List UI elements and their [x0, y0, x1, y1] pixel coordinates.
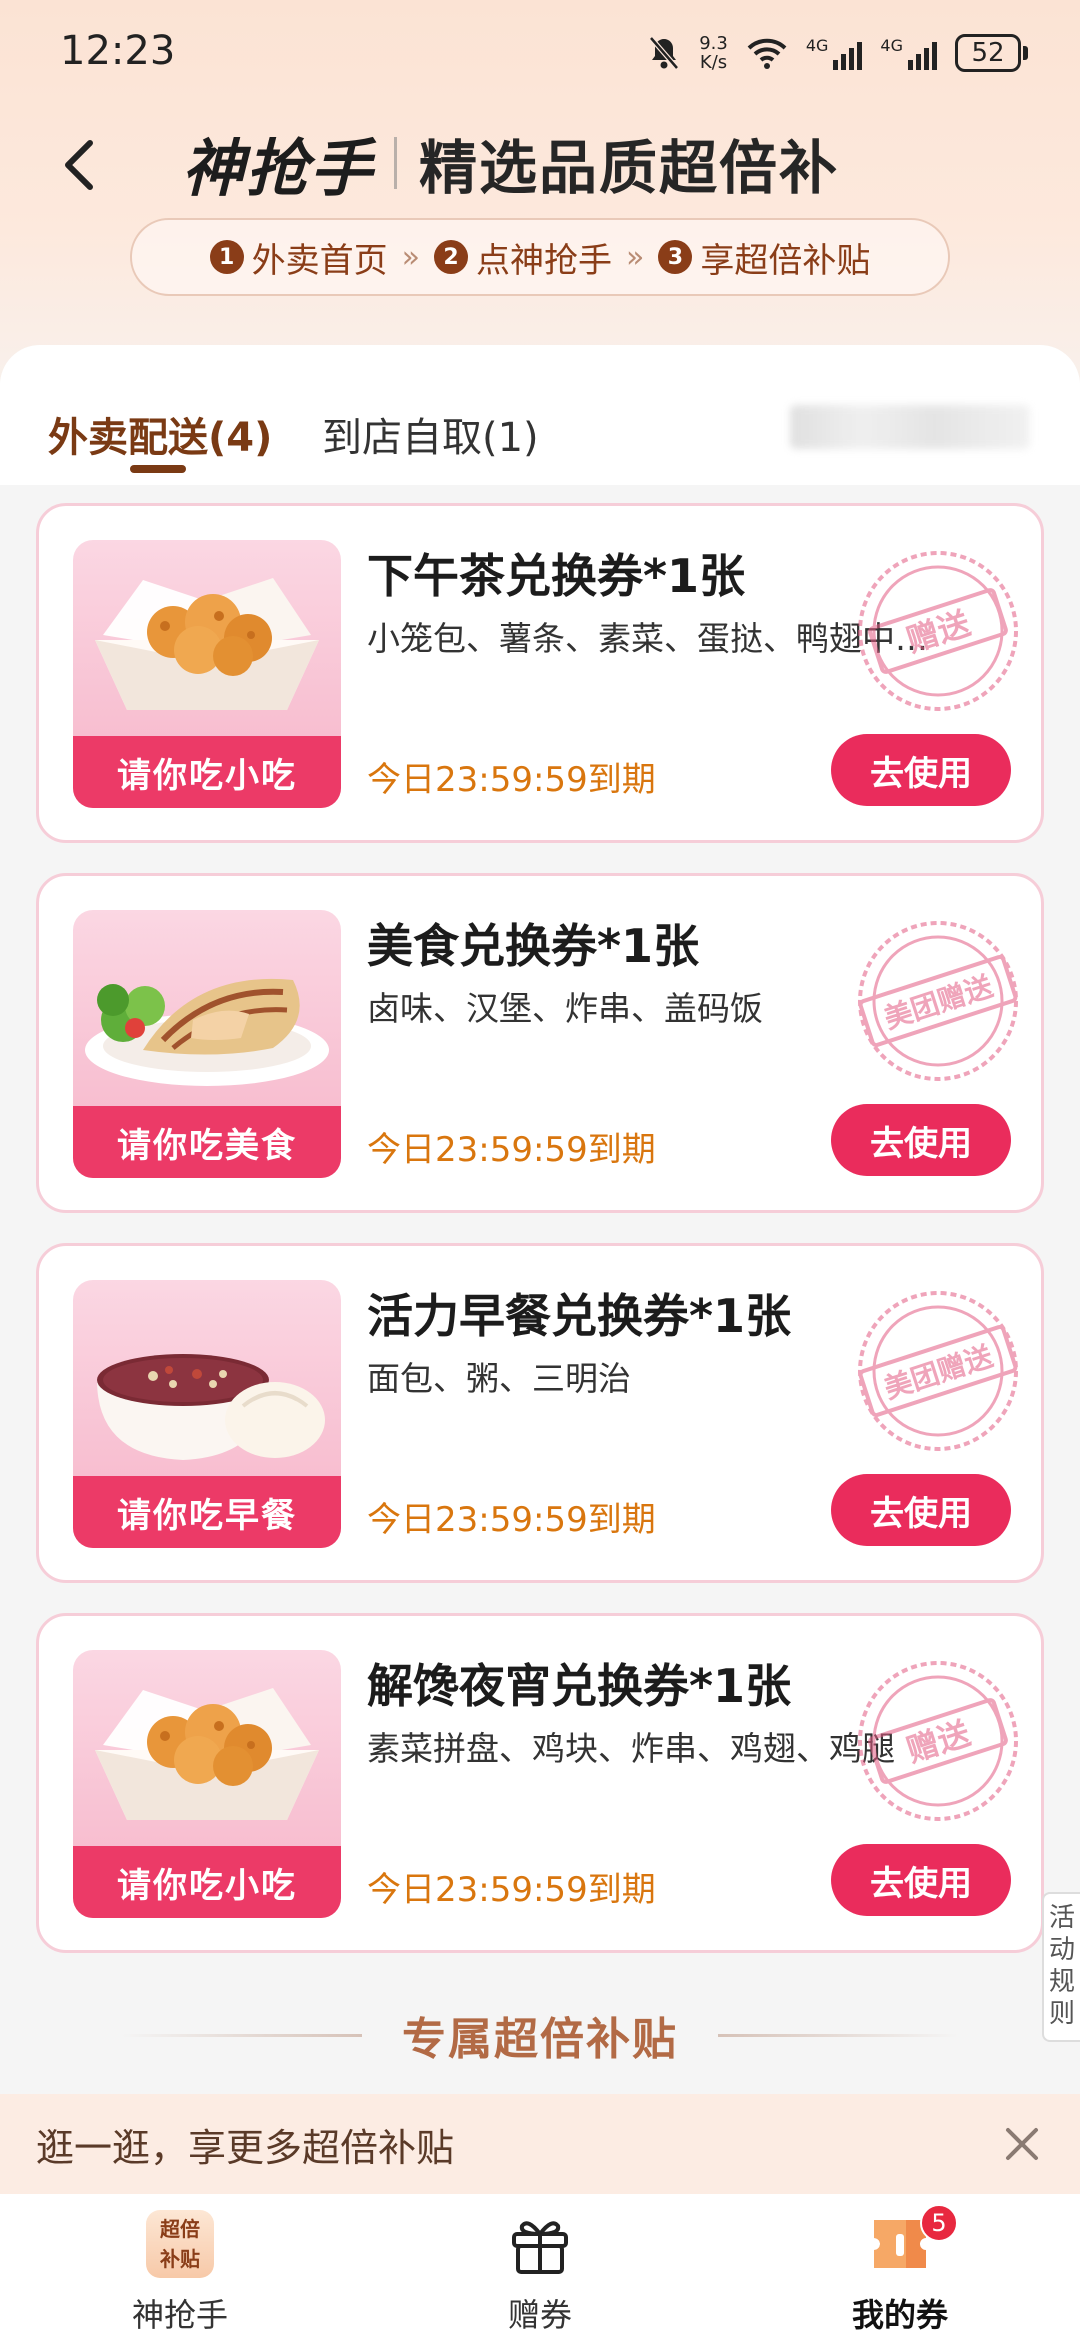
voucher-expiry: 今日23:59:59到期 [367, 760, 656, 800]
voucher-title: 活力早餐兑换券*1张 [367, 1289, 792, 1343]
battery-icon: 52 [955, 34, 1028, 72]
tab-bar: 外卖配送(4) 到店自取(1) [0, 345, 1080, 485]
divider-line [122, 2033, 362, 2037]
gift-icon [512, 2221, 568, 2274]
speed-value: 9.3 [699, 33, 728, 54]
nav-item-my-coupons[interactable]: 5 我的券 [800, 2204, 1000, 2340]
thumbnail-label: 请你吃美食 [73, 1106, 341, 1178]
nav-label: 我的券 [851, 2296, 948, 2334]
nav-label: 赠券 [507, 2296, 572, 2334]
nav-label: 神抢手 [131, 2296, 228, 2334]
step-separator: » [626, 239, 645, 275]
voucher-thumbnail: 请你吃小吃 [73, 540, 341, 808]
voucher-title: 解馋夜宵兑换券*1张 [367, 1659, 792, 1713]
thumbnail-label: 请你吃小吃 [73, 1846, 341, 1918]
voucher-expiry: 今日23:59:59到期 [367, 1500, 656, 1540]
step-2: 2 点神抢手 [434, 233, 612, 282]
brand-divider [394, 137, 398, 189]
step-label: 外卖首页 [251, 240, 388, 281]
status-bar: 12:23 9.3 K/s 4G 4G 52 [0, 0, 1080, 100]
steps-guide: 1 外卖首页 » 2 点神抢手 » 3 享超倍补贴 [130, 218, 950, 296]
porridge-image [97, 1354, 325, 1460]
step-number: 2 [434, 240, 468, 274]
mute-bell-icon [649, 36, 680, 70]
step-number: 1 [209, 240, 244, 274]
brand-icon: 超倍 补贴 [146, 2210, 214, 2278]
tab-pickup[interactable]: 到店自取(1) [322, 405, 539, 463]
section-title: 专属超倍补贴 [0, 2000, 1080, 2070]
notification-badge: 5 [920, 2204, 958, 2242]
wrap-image [85, 978, 329, 1086]
blurred-user-info [790, 405, 1030, 449]
use-button[interactable]: 去使用 [831, 1104, 1011, 1176]
voucher-thumbnail: 请你吃美食 [73, 910, 341, 1178]
thumbnail-label: 请你吃小吃 [73, 736, 341, 808]
stamp-text: 赠送 [902, 604, 975, 660]
divider-line [718, 2033, 958, 2037]
status-time: 12:23 [60, 28, 176, 74]
network-type: 4G [805, 36, 829, 55]
step-label: 享超倍补贴 [700, 240, 871, 281]
voucher-expiry: 今日23:59:59到期 [367, 1130, 656, 1170]
use-button[interactable]: 去使用 [831, 1844, 1011, 1916]
cell-signal-2: 4G [880, 36, 937, 70]
gift-stamp-icon: 赠送 [858, 551, 1018, 711]
promo-text: 逛一逛，享更多超倍补贴 [36, 2125, 455, 2170]
voucher-thumbnail: 请你吃早餐 [73, 1280, 341, 1548]
fried-chicken-image [95, 1688, 319, 1820]
voucher-panel: 外卖配送(4) 到店自取(1) 请你吃小吃 下午茶兑换券*1张 小笼包、薯条、素… [0, 345, 1080, 2095]
voucher-thumbnail: 请你吃小吃 [73, 1650, 341, 1918]
cell-signal-1: 4G [806, 36, 863, 70]
nav-item-shenqiangshou[interactable]: 超倍 补贴 神抢手 [80, 2210, 280, 2340]
active-tab-indicator [130, 465, 186, 473]
wifi-icon [747, 38, 787, 69]
voucher-title: 下午茶兑换券*1张 [367, 549, 746, 603]
tab-delivery[interactable]: 外卖配送(4) [48, 405, 272, 463]
use-button[interactable]: 去使用 [831, 1474, 1011, 1546]
brand-slogan: 精选品质超倍补 [419, 134, 840, 202]
brand-header: 神抢手 精选品质超倍补 [182, 118, 839, 208]
step-number: 3 [658, 240, 693, 274]
step-1: 1 外卖首页 [209, 233, 388, 282]
battery-level: 52 [955, 34, 1021, 72]
promo-banner[interactable]: 逛一逛，享更多超倍补贴 [0, 2094, 1080, 2194]
back-button[interactable] [48, 130, 108, 200]
voucher-card[interactable]: 请你吃早餐 活力早餐兑换券*1张 面包、粥、三明治 今日23:59:59到期 美… [36, 1243, 1044, 1583]
brand-logo: 神抢手 [182, 132, 375, 205]
step-label: 点神抢手 [476, 240, 612, 281]
speed-unit: K/s [699, 52, 728, 73]
meituan-gift-stamp-icon: 美团赠送 [858, 1291, 1018, 1451]
status-icons: 9.3 K/s 4G 4G 52 [647, 28, 1028, 78]
nav-item-gift[interactable]: 赠券 [440, 2210, 640, 2340]
back-arrow-icon [65, 140, 93, 190]
step-separator: » [401, 239, 420, 275]
thumbnail-label: 请你吃早餐 [73, 1476, 341, 1548]
voucher-card[interactable]: 请你吃小吃 解馋夜宵兑换券*1张 素菜拼盘、鸡块、炸串、鸡翅、鸡腿 今日23:5… [36, 1613, 1044, 1953]
use-button[interactable]: 去使用 [831, 734, 1011, 806]
voucher-expiry: 今日23:59:59到期 [367, 1870, 656, 1910]
meituan-gift-stamp-icon: 美团赠送 [858, 921, 1018, 1081]
network-type: 4G [880, 36, 903, 55]
voucher-card[interactable]: 请你吃美食 美食兑换券*1张 卤味、汉堡、炸串、盖码饭 今日23:59:59到期… [36, 873, 1044, 1213]
fried-chicken-image [95, 578, 319, 710]
network-speed: 9.3 K/s [699, 34, 728, 72]
step-3: 3 享超倍补贴 [658, 233, 870, 282]
stamp-text: 赠送 [902, 1714, 975, 1770]
section-title-text: 专属超倍补贴 [402, 2014, 678, 2065]
close-icon[interactable] [996, 2118, 1048, 2170]
voucher-title: 美食兑换券*1张 [367, 919, 700, 973]
bottom-nav: 超倍 补贴 神抢手 赠券 5 我的券 [0, 2194, 1080, 2340]
gift-stamp-icon: 赠送 [858, 1661, 1018, 1821]
voucher-card[interactable]: 请你吃小吃 下午茶兑换券*1张 小笼包、薯条、素菜、蛋挞、鸭翅中… 今日23:5… [36, 503, 1044, 843]
